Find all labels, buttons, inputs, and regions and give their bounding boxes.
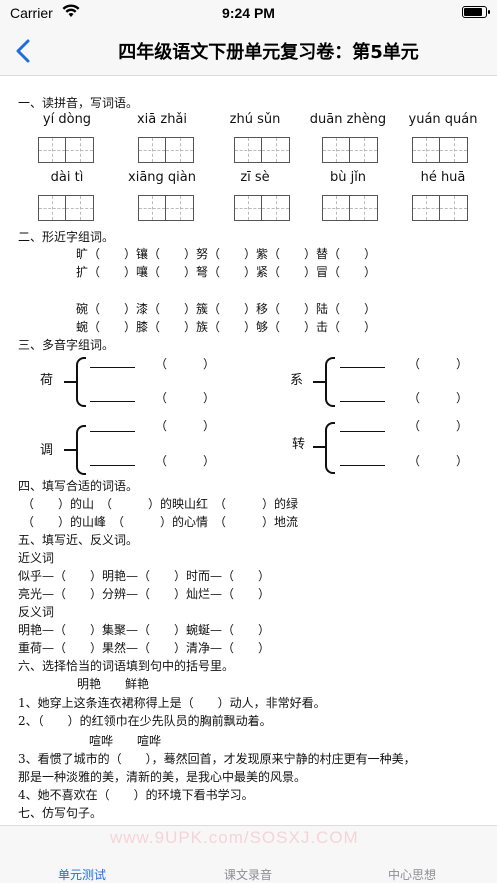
answer-paren: （ ） — [408, 454, 469, 468]
tab-text-audio[interactable]: 课文录音 — [188, 866, 308, 883]
battery-icon — [462, 6, 490, 18]
question-line: 1、她穿上这条连衣裙称得上是（ ）动人，非常好看。 — [18, 696, 326, 710]
writing-grid[interactable] — [234, 137, 290, 163]
word-options: 喧哗 喧哗 — [89, 734, 162, 748]
answer-paren: （ ） — [155, 357, 216, 371]
answer-paren: （ ） — [155, 391, 216, 405]
polyphone-char: 转 — [292, 437, 306, 452]
section-1-heading: 一、读拼音，写词语。 — [18, 96, 139, 110]
writing-grid[interactable] — [138, 137, 194, 163]
section-6-heading: 六、选择恰当的词语填到句中的括号里。 — [18, 659, 235, 673]
brace — [64, 357, 86, 407]
writing-grid[interactable] — [322, 137, 378, 163]
navigation-bar: 四年级语文下册单元复习卷：第5单元 — [0, 26, 497, 76]
tab-central-idea[interactable]: 中心思想 — [352, 866, 472, 883]
pinyin-label: duān zhèng — [309, 112, 387, 127]
writing-grid[interactable] — [322, 195, 378, 221]
brace — [313, 422, 335, 474]
fill-line: 似乎—（ ）明艳—（ ）时而—（ ） — [18, 569, 271, 583]
polyphone-char: 调 — [40, 443, 54, 458]
writing-grid[interactable] — [234, 195, 290, 221]
synonym-label: 近义词 — [18, 551, 55, 565]
tab-bar: www.9UPK.com/SOSXJ.COM 单元测试 课文录音 中心思想 — [0, 825, 497, 883]
question-line: 那是一种淡雅的美，清新的美，是我心中最美的风景。 — [18, 770, 307, 784]
section-7-heading: 七、仿写句子。 — [18, 806, 103, 820]
pinyin-label: hé huā — [420, 170, 466, 185]
answer-line — [90, 401, 135, 402]
status-bar: Carrier 9:24 PM — [0, 0, 497, 26]
antonym-label: 反义词 — [18, 605, 55, 619]
fill-line: 重荷—（ ）果然—（ ）清净—（ ） — [18, 641, 271, 655]
tab-unit-test[interactable]: 单元测试 — [22, 866, 142, 883]
word-pair-line: 碗（ ）漆（ ）簇（ ）移（ ）陆（ ） — [76, 302, 377, 316]
answer-paren: （ ） — [155, 419, 216, 433]
clock: 9:24 PM — [222, 5, 275, 21]
answer-line — [90, 367, 135, 368]
word-pair-line: 扩（ ）嚷（ ）弩（ ）紧（ ）冒（ ） — [76, 265, 377, 279]
section-3-heading: 三、多音字组词。 — [18, 338, 115, 352]
section-2-heading: 二、形近字组词。 — [18, 230, 115, 244]
pinyin-label: yuán quán — [408, 112, 478, 127]
answer-paren: （ ） — [408, 419, 469, 433]
pinyin-label: bù jǐn — [329, 170, 367, 185]
brace — [313, 357, 335, 407]
writing-grid[interactable] — [38, 137, 94, 163]
fill-line: 亮光—（ ）分辨—（ ）灿烂—（ ） — [18, 587, 271, 601]
answer-line — [90, 465, 135, 466]
fill-line: （ ）的山 （ ）的映山红 （ ）的绿 — [22, 497, 299, 511]
fill-line: 明艳—（ ）集聚—（ ）蜿蜒—（ ） — [18, 623, 271, 637]
writing-grid[interactable] — [412, 195, 468, 221]
word-pair-line: 蜿（ ）膝（ ）族（ ）够（ ）击（ ） — [76, 320, 377, 334]
question-line: 2、（ ）的红领巾在少先队员的胸前飘动着。 — [18, 714, 272, 728]
brace — [64, 425, 86, 475]
section-4-heading: 四、填写合适的词语。 — [18, 479, 139, 493]
word-pair-line: 旷（ ）镶（ ）努（ ）紫（ ）替（ ） — [76, 247, 377, 261]
answer-paren: （ ） — [155, 454, 216, 468]
writing-grid[interactable] — [412, 137, 468, 163]
battery-fill — [464, 8, 482, 16]
answer-paren: （ ） — [408, 391, 469, 405]
answer-line — [340, 367, 385, 368]
exam-document[interactable]: 一、读拼音，写词语。 yí dòng xiā zhǎi zhú sǔn duān… — [0, 77, 497, 825]
pinyin-label: zhú sǔn — [229, 112, 281, 127]
answer-paren: （ ） — [408, 357, 469, 371]
back-chevron-icon[interactable] — [10, 36, 38, 66]
question-line: 3、看惯了城市的（ ），蓦然回首，才发现原来宁静的村庄更有一种美， — [18, 752, 416, 766]
answer-line — [340, 431, 385, 432]
writing-grid[interactable] — [38, 195, 94, 221]
page-title: 四年级语文下册单元复习卷：第5单元 — [118, 42, 419, 63]
writing-grid[interactable] — [138, 195, 194, 221]
pinyin-label: xiā zhǎi — [136, 112, 188, 127]
pinyin-label: xiāng qiàn — [128, 170, 196, 185]
polyphone-char: 系 — [290, 373, 304, 388]
pinyin-label: yí dòng — [42, 112, 92, 127]
polyphone-char: 荷 — [40, 373, 54, 388]
question-line: 4、她不喜欢在（ ）的环境下看书学习。 — [18, 788, 254, 802]
answer-line — [340, 465, 385, 466]
pinyin-label: dài tì — [50, 170, 84, 185]
fill-line: （ ）的山峰 （ ）的心情 （ ）地流 — [22, 515, 299, 529]
watermark: www.9UPK.com/SOSXJ.COM — [110, 828, 359, 847]
answer-line — [90, 431, 135, 432]
answer-line — [340, 401, 385, 402]
pinyin-label: zī sè — [240, 170, 270, 185]
word-options: 明艳 鲜艳 — [77, 677, 150, 691]
section-5-heading: 五、填写近、反义词。 — [18, 533, 139, 547]
